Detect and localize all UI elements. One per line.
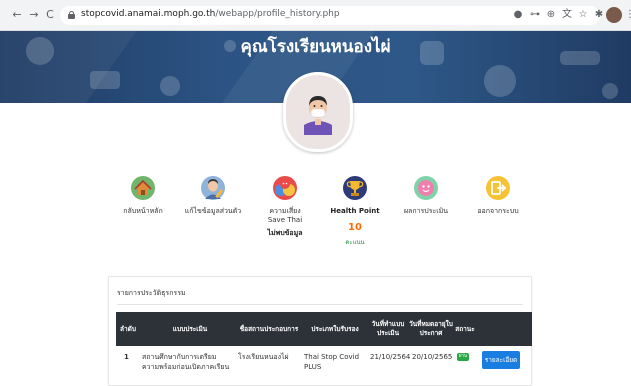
profile-avatar[interactable]	[606, 7, 622, 23]
menu-evaluation-result-label: ผลการประเมิน	[403, 207, 449, 215]
menu-home[interactable]: กลับหน้าหลัก	[106, 175, 180, 216]
zoom-icon[interactable]: ⊕	[545, 9, 557, 21]
key-icon[interactable]: ⊶	[529, 9, 541, 21]
col-org: ชื่อสถานประกอบการ	[239, 324, 299, 333]
menu-health-point-label: Health Point	[330, 207, 380, 215]
menu-health-point[interactable]: Health Point 10 คะแนน	[318, 175, 392, 247]
bookmark-star-icon[interactable]: ☆	[577, 9, 589, 21]
menu-risk-label: ความเสี่ยง	[269, 207, 301, 215]
reload-icon[interactable]: C	[43, 8, 57, 22]
menu-evaluation-result[interactable]: ผลการประเมิน	[389, 175, 463, 216]
avatar	[283, 72, 353, 152]
col-assessment: แบบประเมิน	[172, 324, 208, 333]
health-point-unit: คะแนน	[345, 239, 365, 246]
location-icon[interactable]: ●	[512, 9, 524, 21]
row-assessment: สถานศึกษากับการเตรียมความพร้อมก่อนเปิดภา…	[142, 353, 230, 374]
menu-risk-sub: Save Thai	[267, 216, 303, 224]
col-cert-type: ประเภทใบรับรอง	[311, 324, 359, 333]
history-title: รายการประวัติธุรกรรม	[117, 289, 186, 297]
row-no: 1	[124, 353, 129, 361]
edit-profile-icon	[201, 176, 225, 200]
page-title: คุณโรงเรียนหนองไผ่	[240, 37, 391, 57]
menu-logout[interactable]: ออกจากระบบ	[461, 175, 535, 216]
menu-logout-label: ออกจากระบบ	[477, 207, 519, 215]
forward-icon[interactable]: →	[27, 8, 41, 22]
evaluation-result-icon	[414, 176, 438, 200]
menu-risk[interactable]: ความเสี่ยง Save Thai ไม่พบข้อมูล	[248, 175, 322, 238]
extensions-icon[interactable]: ✱	[593, 9, 605, 21]
browser-menu-icon[interactable]: ⋮	[625, 9, 631, 21]
row-expire-date: 20/10/2565	[412, 353, 453, 361]
col-status: สถานะ	[455, 324, 475, 333]
risk-faces-icon	[273, 176, 297, 200]
health-point-value: 10	[348, 222, 362, 233]
row-cert-type: Thai Stop Covid PLUS	[304, 353, 360, 371]
lock-icon	[68, 11, 75, 19]
menu-edit-profile[interactable]: แก้ไขข้อมูลส่วนตัว	[176, 175, 250, 216]
home-icon	[131, 176, 155, 200]
menu-home-label: กลับหน้าหลัก	[123, 207, 163, 215]
back-icon[interactable]: ←	[10, 8, 24, 22]
url-text: stopcovid.anamai.moph.go.th/webapp/profi…	[81, 9, 340, 19]
detail-button[interactable]: รายละเอียด	[482, 351, 520, 369]
history-table-header: ลำดับ แบบประเมิน ชื่อสถานประกอบการ ประเภ…	[116, 312, 532, 346]
status-badge: ผ่าน	[457, 353, 469, 361]
menu-edit-profile-label: แก้ไขข้อมูลส่วนตัว	[184, 207, 242, 215]
col-no: ลำดับ	[120, 324, 136, 333]
col-eval-date: วันที่ทำแบบประเมิน	[371, 320, 405, 337]
col-expire-date: วันที่หมดอายุใบประกาศ	[409, 320, 453, 337]
translate-icon[interactable]: 文	[561, 9, 573, 21]
logout-icon	[486, 176, 510, 200]
browser-toolbar: ← → C stopcovid.anamai.moph.go.th/webapp…	[0, 0, 631, 31]
row-eval-date: 21/10/2564	[370, 353, 411, 361]
row-org: โรงเรียนหนองไผ่	[238, 353, 289, 361]
trophy-icon	[343, 176, 367, 200]
masked-person-icon	[304, 96, 332, 135]
divider	[117, 304, 523, 305]
menu-risk-status: ไม่พบข้อมูล	[267, 229, 303, 237]
